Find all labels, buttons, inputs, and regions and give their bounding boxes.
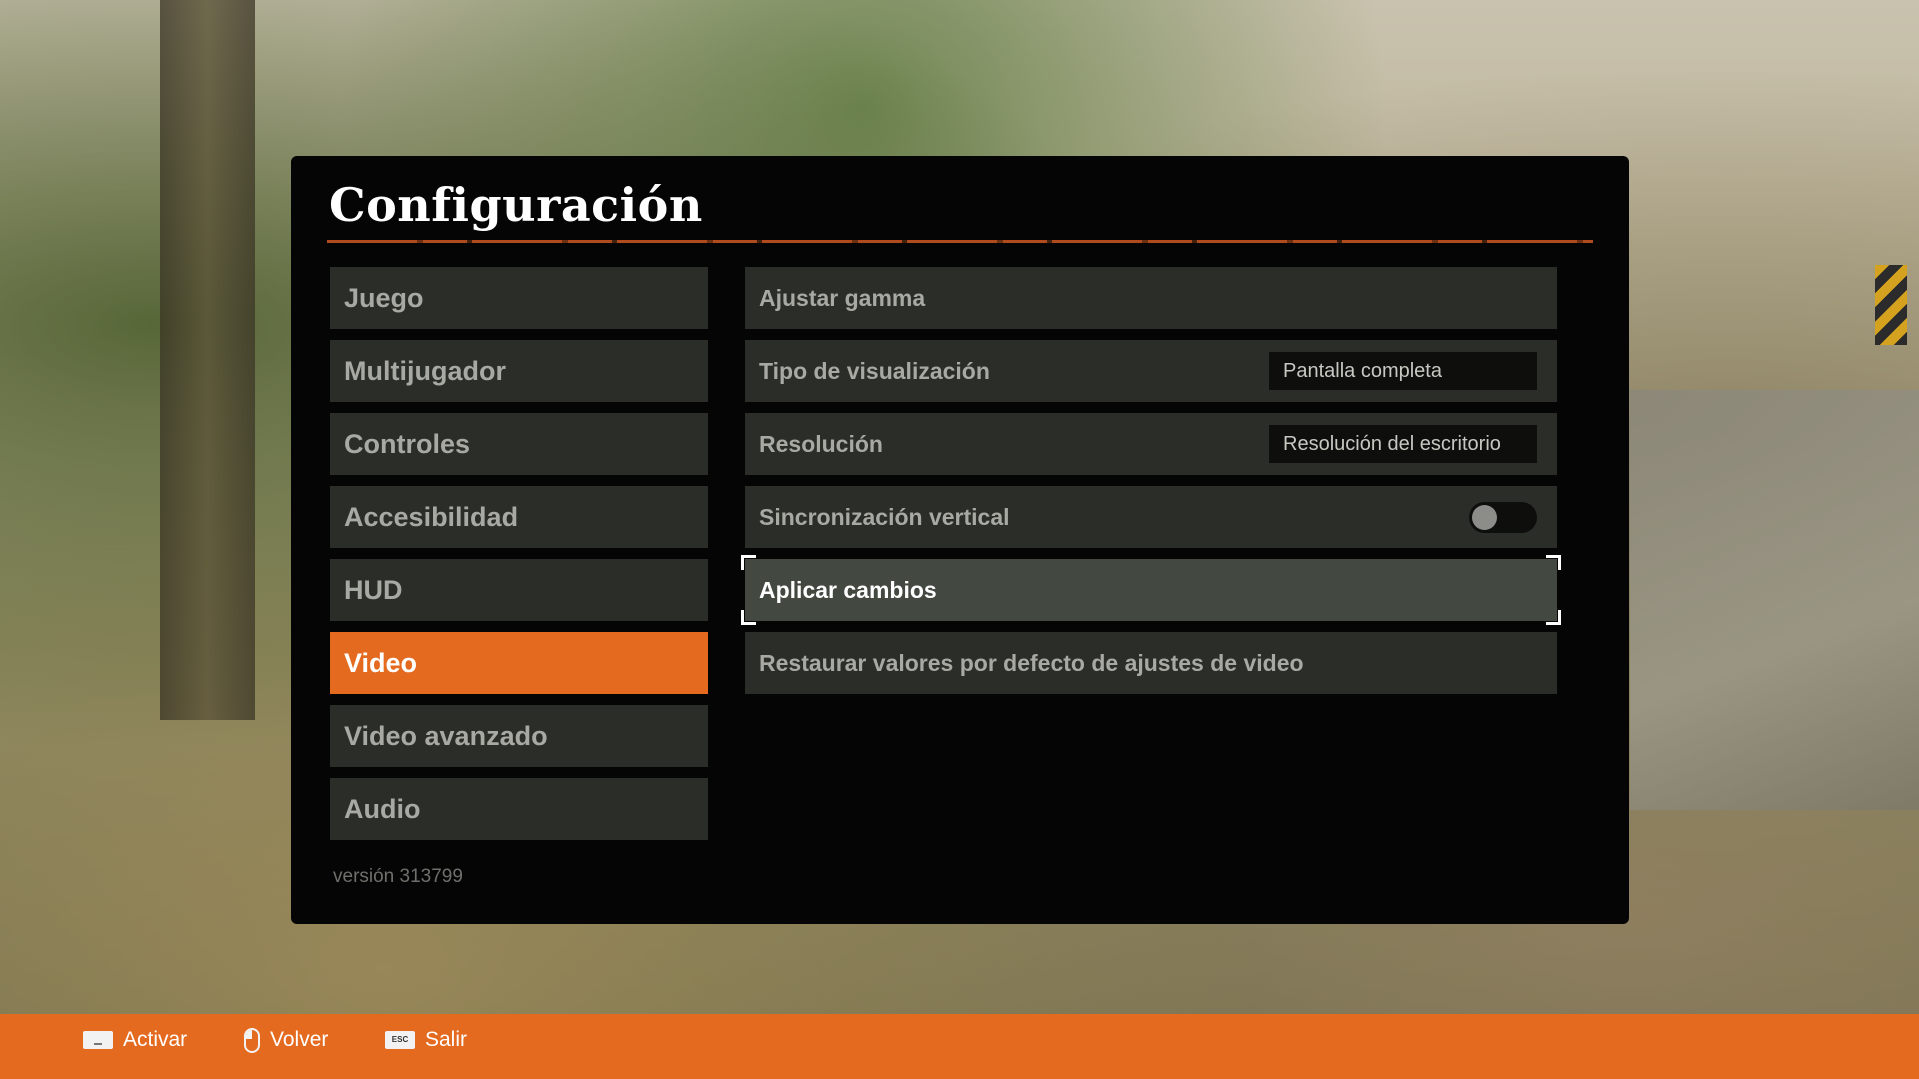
focus-corner xyxy=(741,610,756,625)
restore-defaults-label: Restaurar valores por defecto de ajustes… xyxy=(759,650,1304,676)
background-warning-sign xyxy=(1875,265,1907,345)
category-video[interactable]: Video xyxy=(330,632,708,694)
options-list: Ajustar gamma Tipo de visualización Pant… xyxy=(741,267,1561,705)
category-video-avanzado[interactable]: Video avanzado xyxy=(330,705,708,767)
space-key-icon xyxy=(83,1031,113,1049)
footer-bar: Activar Volver ESC Salir xyxy=(0,1014,1919,1079)
option-resolution-label: Resolución xyxy=(759,431,883,457)
option-gamma[interactable]: Ajustar gamma xyxy=(745,267,1557,329)
focus-corner xyxy=(741,555,756,570)
hint-activate-label: Activar xyxy=(123,1028,188,1051)
category-multijugador[interactable]: Multijugador xyxy=(330,340,708,402)
focus-corner xyxy=(1546,610,1561,625)
background-tree xyxy=(160,0,255,720)
resolution-select[interactable]: Resolución del escritorio xyxy=(1269,425,1537,463)
page-title: Configuración xyxy=(329,178,703,232)
esc-key-icon: ESC xyxy=(385,1031,415,1049)
option-display-type-label: Tipo de visualización xyxy=(759,358,990,384)
toggle-knob xyxy=(1472,505,1497,530)
category-controles[interactable]: Controles xyxy=(330,413,708,475)
hint-back[interactable]: Volver xyxy=(244,1014,328,1066)
restore-defaults-button[interactable]: Restaurar valores por defecto de ajustes… xyxy=(745,632,1557,694)
category-juego[interactable]: Juego xyxy=(330,267,708,329)
category-accesibilidad[interactable]: Accesibilidad xyxy=(330,486,708,548)
title-divider xyxy=(327,240,1593,243)
hint-exit-label: Salir xyxy=(425,1028,468,1051)
category-audio[interactable]: Audio xyxy=(330,778,708,840)
hint-exit[interactable]: ESC Salir xyxy=(385,1014,467,1066)
settings-panel: Configuración Juego Multijugador Control… xyxy=(291,156,1629,924)
hint-activate[interactable]: Activar xyxy=(83,1014,187,1066)
mouse-right-icon xyxy=(244,1027,260,1053)
apply-changes-button[interactable]: Aplicar cambios xyxy=(741,555,1561,625)
version-label: versión 313799 xyxy=(333,866,463,887)
focus-corner xyxy=(1546,555,1561,570)
category-list: Juego Multijugador Controles Accesibilid… xyxy=(330,267,708,851)
hint-back-label: Volver xyxy=(270,1028,329,1051)
category-hud[interactable]: HUD xyxy=(330,559,708,621)
apply-changes-label: Aplicar cambios xyxy=(759,577,937,603)
option-vsync-label: Sincronización vertical xyxy=(759,504,1010,530)
option-vsync[interactable]: Sincronización vertical xyxy=(745,486,1557,548)
option-gamma-label: Ajustar gamma xyxy=(759,285,926,311)
option-resolution[interactable]: Resolución Resolución del escritorio xyxy=(745,413,1557,475)
display-type-select[interactable]: Pantalla completa xyxy=(1269,352,1537,390)
background-road xyxy=(1630,390,1919,810)
option-display-type[interactable]: Tipo de visualización Pantalla completa xyxy=(745,340,1557,402)
vsync-toggle[interactable] xyxy=(1469,502,1537,533)
